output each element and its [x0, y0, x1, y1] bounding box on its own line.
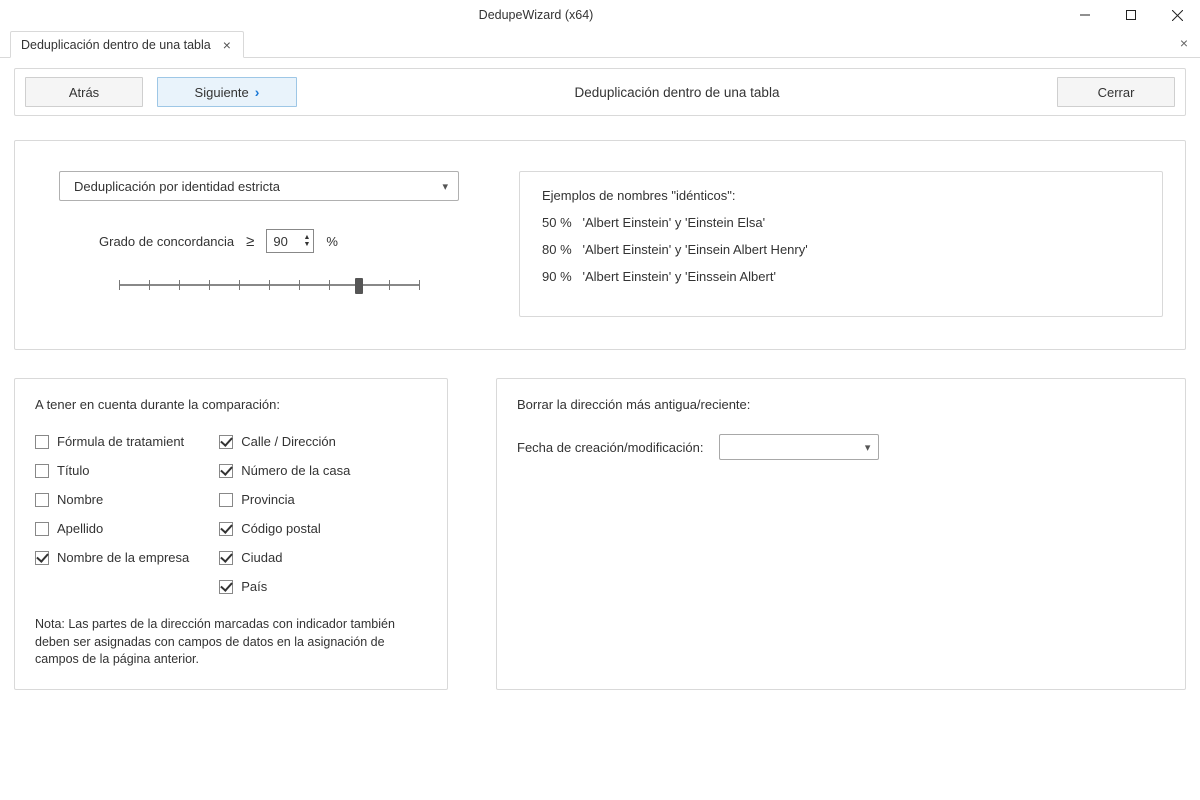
slider-tick: [299, 280, 300, 290]
tab-label: Deduplicación dentro de una tabla: [21, 38, 211, 52]
close-button[interactable]: Cerrar: [1057, 77, 1175, 107]
agreement-label: Grado de concordancia: [99, 234, 234, 249]
next-button[interactable]: Siguiente ›: [157, 77, 297, 107]
example-line: 80 % 'Albert Einstein' y 'Einsein Albert…: [542, 242, 1140, 257]
agreement-slider[interactable]: [119, 275, 419, 295]
close-window-button[interactable]: [1154, 0, 1200, 30]
window-controls: [1062, 0, 1200, 30]
slider-tick: [419, 280, 420, 290]
checkbox-label: País: [241, 579, 267, 594]
checkbox[interactable]: [35, 522, 49, 536]
checkbox[interactable]: [219, 464, 233, 478]
caret-down-icon: ▾: [865, 441, 871, 454]
slider-tick: [149, 280, 150, 290]
examples-box: Ejemplos de nombres "idénticos": 50 % 'A…: [519, 171, 1163, 317]
agreement-unit: %: [326, 234, 338, 249]
field-checkbox-row: Título: [35, 463, 189, 478]
field-checkbox-row: Código postal: [219, 521, 350, 536]
field-checkbox-row: Número de la casa: [219, 463, 350, 478]
delete-panel-title: Borrar la dirección más antigua/reciente…: [517, 397, 1165, 412]
checkbox-label: Calle / Dirección: [241, 434, 336, 449]
checkbox[interactable]: [35, 435, 49, 449]
field-checkbox-row: País: [219, 579, 350, 594]
agreement-row: Grado de concordancia ≥ 90 ▲▼ %: [99, 229, 489, 253]
checkbox[interactable]: [35, 551, 49, 565]
checkbox-label: Número de la casa: [241, 463, 350, 478]
compare-col-2: Calle / Dirección Número de la casa Provin…: [219, 434, 350, 594]
greater-equal-icon: ≥: [246, 233, 254, 250]
tabstrip: Deduplicación dentro de una tabla × ×: [0, 30, 1200, 58]
compare-note: Nota: Las partes de la dirección marcada…: [35, 616, 427, 669]
agreement-value: 90: [273, 234, 287, 249]
slider-tick: [269, 280, 270, 290]
chevron-right-icon: ›: [255, 84, 260, 100]
field-checkbox-row: Nombre: [35, 492, 189, 507]
field-checkbox-row: Provincia: [219, 492, 350, 507]
field-checkbox-row: Apellido: [35, 521, 189, 536]
agreement-spinner[interactable]: 90 ▲▼: [266, 229, 314, 253]
slider-thumb[interactable]: [355, 278, 363, 294]
checkbox[interactable]: [219, 493, 233, 507]
checkbox-label: Ciudad: [241, 550, 282, 565]
dedup-mode-value: Deduplicación por identidad estricta: [74, 179, 280, 194]
tab-close-icon[interactable]: ×: [221, 37, 233, 53]
slider-tick: [389, 280, 390, 290]
field-checkbox-row: Ciudad: [219, 550, 350, 565]
close-button-label: Cerrar: [1098, 85, 1135, 100]
minimize-button[interactable]: [1062, 0, 1108, 30]
window-title: DedupeWizard (x64): [10, 8, 1062, 22]
compare-fields-title: A tener en cuenta durante la comparación…: [35, 397, 427, 412]
page-title: Deduplicación dentro de una tabla: [311, 85, 1043, 100]
titlebar: DedupeWizard (x64): [0, 0, 1200, 30]
checkbox-label: Nombre de la empresa: [57, 550, 189, 565]
tab-dedup-table[interactable]: Deduplicación dentro de una tabla ×: [10, 31, 244, 58]
date-label: Fecha de creación/modificación:: [517, 440, 703, 455]
checkbox-label: Título: [57, 463, 90, 478]
checkbox-label: Fórmula de tratamient: [57, 434, 184, 449]
examples-heading: Ejemplos de nombres "idénticos":: [542, 188, 1140, 203]
dedup-mode-dropdown[interactable]: Deduplicación por identidad estricta ▾: [59, 171, 459, 201]
checkbox-label: Código postal: [241, 521, 321, 536]
date-field-dropdown[interactable]: ▾: [719, 434, 879, 460]
wizard-header: Atrás Siguiente › Deduplicación dentro d…: [14, 68, 1186, 116]
checkbox[interactable]: [35, 493, 49, 507]
checkbox[interactable]: [219, 551, 233, 565]
back-button-label: Atrás: [69, 85, 99, 100]
checkbox[interactable]: [35, 464, 49, 478]
delete-panel: Borrar la dirección más antigua/reciente…: [496, 378, 1186, 690]
field-checkbox-row: Nombre de la empresa: [35, 550, 189, 565]
caret-down-icon: ▾: [442, 180, 448, 193]
checkbox-label: Nombre: [57, 492, 103, 507]
slider-tick: [119, 280, 120, 290]
compare-fields-panel: A tener en cuenta durante la comparación…: [14, 378, 448, 690]
settings-panel: Deduplicación por identidad estricta ▾ G…: [14, 140, 1186, 350]
field-checkbox-row: Calle / Dirección: [219, 434, 350, 449]
maximize-button[interactable]: [1108, 0, 1154, 30]
next-button-label: Siguiente: [195, 85, 249, 100]
example-line: 50 % 'Albert Einstein' y 'Einstein Elsa': [542, 215, 1140, 230]
tabstrip-close-all-icon[interactable]: ×: [1180, 35, 1188, 51]
checkbox[interactable]: [219, 580, 233, 594]
slider-tick: [209, 280, 210, 290]
checkbox-label: Apellido: [57, 521, 103, 536]
back-button[interactable]: Atrás: [25, 77, 143, 107]
date-row: Fecha de creación/modificación: ▾: [517, 434, 1165, 460]
compare-col-1: Fórmula de tratamient Título Nombre Apellid…: [35, 434, 189, 594]
checkbox[interactable]: [219, 522, 233, 536]
spinner-arrows-icon[interactable]: ▲▼: [303, 234, 310, 248]
slider-tick: [179, 280, 180, 290]
checkbox-label: Provincia: [241, 492, 294, 507]
slider-tick: [329, 280, 330, 290]
checkbox[interactable]: [219, 435, 233, 449]
field-checkbox-row: Fórmula de tratamient: [35, 434, 189, 449]
slider-tick: [239, 280, 240, 290]
content-area: Atrás Siguiente › Deduplicación dentro d…: [0, 58, 1200, 704]
example-line: 90 % 'Albert Einstein' y 'Einssein Alber…: [542, 269, 1140, 284]
